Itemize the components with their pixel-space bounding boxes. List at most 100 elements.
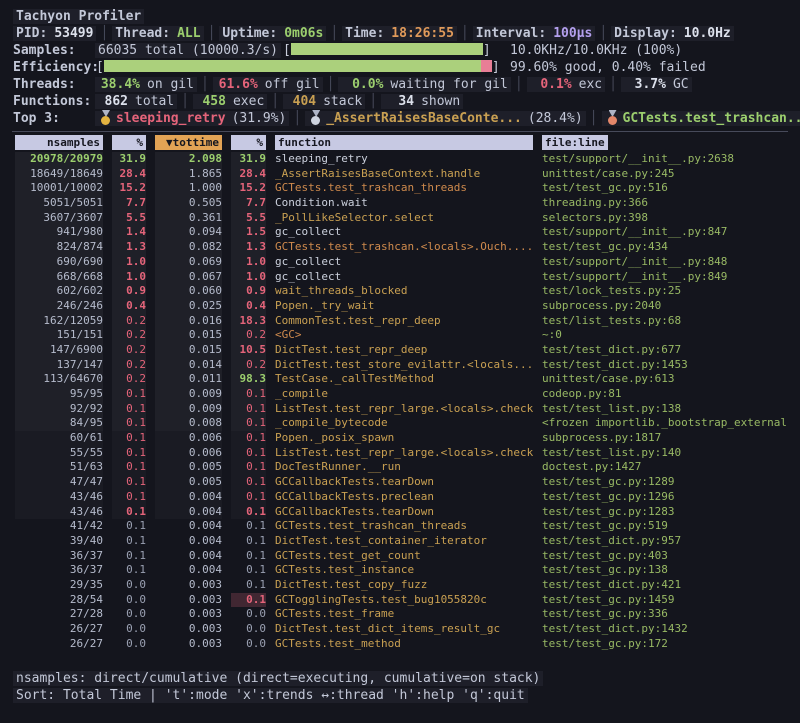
table-row[interactable]: 84/950.10.0080.1_compile_bytecode<frozen… [15, 416, 800, 431]
table-row[interactable]: 51/630.10.0050.1DocTestRunner.__rundocte… [15, 460, 800, 475]
column-header-nsamples[interactable]: nsamples [15, 135, 103, 150]
functions-line: Functions:862total│458exec│404stack│34sh… [13, 93, 800, 110]
nsamples-cell: 60/61 [15, 431, 103, 446]
top3-label: Top 3: [13, 110, 95, 127]
top3-item: sleeping_retry(31.9%) [95, 111, 289, 126]
table-row[interactable]: 151/1510.20.0150.2<GC>~:0 [15, 328, 800, 343]
table-row[interactable]: 690/6901.00.0691.0gc_collecttest/support… [15, 255, 800, 270]
function-stat-item-value: 862 [98, 93, 128, 110]
table-row[interactable]: 41/420.10.0040.1GCTests.test_trashcan_th… [15, 519, 800, 534]
thread-stat-item-value: 0.1% [530, 76, 572, 93]
table-header-row: nsamples % ▼tottime % function file:line [15, 135, 800, 152]
thread-stat-item-label: waiting for gil [383, 77, 507, 92]
nsamples-cell: 10001/10002 [15, 181, 103, 196]
column-header-cumulative-pct[interactable]: % [231, 135, 266, 150]
separator: │ [177, 94, 193, 109]
direct-pct-cell: 0.1 [112, 534, 146, 549]
table-row[interactable]: 55/550.10.0060.1ListTest.test_repr_large… [15, 446, 800, 461]
table-row[interactable]: 113/646700.20.01198.3TestCase._callTestM… [15, 372, 800, 387]
table-row[interactable]: 668/6681.00.0671.0gc_collecttest/support… [15, 270, 800, 285]
column-header-tottime-sorted[interactable]: ▼tottime [155, 135, 222, 150]
tottime-cell: 0.004 [155, 534, 222, 549]
table-row[interactable]: 47/470.10.0050.1GCCallbackTests.tearDown… [15, 475, 800, 490]
nsamples-cell: 18649/18649 [15, 167, 103, 182]
table-row[interactable]: 137/1470.20.0140.2DictTest.test_store_ev… [15, 358, 800, 373]
thread-stat-item: 61.6%off gil [213, 77, 323, 92]
table-row[interactable]: 10001/1000215.21.00015.2GCTests.test_tra… [15, 181, 800, 196]
function-cell: gc_collect [275, 270, 533, 285]
tottime-cell: 0.016 [155, 314, 222, 329]
table-row[interactable]: 602/6020.90.0600.9wait_threads_blockedte… [15, 284, 800, 299]
table-row[interactable]: 27/280.00.0030.0GCTests.test_frametest/t… [15, 607, 800, 622]
separator: │ [511, 77, 527, 92]
function-stat-item-label: total [128, 94, 174, 109]
function-cell: _compile [275, 387, 533, 402]
threads-line: Threads:38.4%on gil│61.6%off gil│0.0%wai… [13, 76, 800, 93]
table-row[interactable]: 26/270.00.0030.0DictTest.test_dict_items… [15, 622, 800, 637]
table-row[interactable]: 18649/1864928.41.86528.4_AssertRaisesBas… [15, 167, 800, 182]
cumulative-pct-cell: 0.4 [231, 299, 266, 314]
table-row[interactable]: 29/350.00.0030.1DictTest.test_copy_fuzzt… [15, 578, 800, 593]
table-row[interactable]: 3607/36075.50.3615.5_PollLikeSelector.se… [15, 211, 800, 226]
nsamples-cell: 824/874 [15, 240, 103, 255]
table-row[interactable]: 43/460.10.0040.1GCCallbackTests.tearDown… [15, 505, 800, 520]
column-header-file-line[interactable]: file:line [542, 135, 608, 150]
interval-stat: Interval:100µs [473, 26, 596, 41]
tottime-cell: 0.003 [155, 607, 222, 622]
table-row[interactable]: 941/9801.40.0941.5gc_collecttest/support… [15, 225, 800, 240]
nsamples-cell: 602/602 [15, 284, 103, 299]
thread-stat-item-label: GC [666, 77, 689, 92]
table-row[interactable]: 36/370.10.0040.1GCTests.test_instancetes… [15, 563, 800, 578]
table-row[interactable]: 147/69000.20.01510.5DictTest.test_repr_d… [15, 343, 800, 358]
table-row[interactable]: 36/370.10.0040.1GCTests.test_get_countte… [15, 549, 800, 564]
display-stat: Display:10.0Hz [611, 26, 734, 41]
tachyon-profiler-screen: Tachyon Profiler PID:53499│Thread:ALL│Up… [0, 0, 800, 723]
cumulative-pct-cell: 0.1 [231, 460, 266, 475]
time-label: Time: [345, 26, 384, 41]
table-row[interactable]: 162/120590.20.01618.3CommonTest.test_rep… [15, 314, 800, 329]
table-row[interactable]: 60/610.10.0060.1Popen._posix_spawnsubpro… [15, 431, 800, 446]
cumulative-pct-cell: 31.9 [231, 152, 266, 167]
direct-pct-cell: 0.0 [112, 607, 146, 622]
cumulative-pct-cell: 0.1 [231, 402, 266, 417]
table-row[interactable]: 92/920.10.0090.1ListTest.test_repr_large… [15, 402, 800, 417]
top3-line: Top 3:sleeping_retry(31.9%)│_AssertRaise… [13, 110, 800, 127]
file-line-cell: test/test_gc.py:336 [542, 607, 800, 622]
cumulative-pct-cell: 0.1 [231, 431, 266, 446]
tottime-cell: 0.060 [155, 284, 222, 299]
profile-table: nsamples % ▼tottime % function file:line… [0, 135, 800, 651]
function-stat-item-value: 458 [196, 93, 226, 110]
function-cell: CommonTest.test_repr_deep [275, 314, 533, 329]
threads-items: 38.4%on gil│61.6%off gil│0.0%waiting for… [95, 77, 692, 92]
table-row[interactable]: 5051/50517.70.5057.7Condition.waitthread… [15, 196, 800, 211]
table-row[interactable]: 39/400.10.0040.1DictTest.test_container_… [15, 534, 800, 549]
table-row[interactable]: 20978/2097931.92.09831.9sleeping_retryte… [15, 152, 800, 167]
direct-pct-cell: 0.2 [112, 343, 146, 358]
separator: │ [96, 26, 112, 41]
table-row[interactable]: 246/2460.40.0250.4Popen._try_waitsubproc… [15, 299, 800, 314]
file-line-cell: test/list_tests.py:68 [542, 314, 800, 329]
direct-pct-cell: 0.1 [112, 549, 146, 564]
direct-pct-cell: 15.2 [112, 181, 146, 196]
direct-pct-cell: 0.1 [112, 446, 146, 461]
gold-medal-icon [99, 110, 112, 125]
cumulative-pct-cell: 0.2 [231, 328, 266, 343]
cumulative-pct-cell: 10.5 [231, 343, 266, 358]
file-line-cell: unittest/case.py:613 [542, 372, 800, 387]
column-header-direct-pct[interactable]: % [112, 135, 146, 150]
table-row[interactable]: 43/460.10.0040.1GCCallbackTests.preclean… [15, 490, 800, 505]
column-header-function[interactable]: function [275, 135, 533, 150]
samples-bar: [] [283, 42, 491, 59]
tottime-cell: 0.008 [155, 416, 222, 431]
tottime-cell: 0.006 [155, 446, 222, 461]
top3-function-name: GCTests.test_trashcan... [623, 111, 800, 126]
direct-pct-cell: 0.1 [112, 416, 146, 431]
table-row[interactable]: 28/540.00.0030.1GCTogglingTests.test_bug… [15, 593, 800, 608]
table-row[interactable]: 824/8741.30.0821.3GCTests.test_trashcan.… [15, 240, 800, 255]
direct-pct-cell: 0.0 [112, 593, 146, 608]
table-body: 20978/2097931.92.09831.9sleeping_retryte… [15, 152, 800, 651]
table-row[interactable]: 95/950.10.0090.1_compilecodeop.py:81 [15, 387, 800, 402]
tottime-cell: 0.069 [155, 255, 222, 270]
cumulative-pct-cell: 15.2 [231, 181, 266, 196]
table-row[interactable]: 26/270.00.0030.0GCTests.test_methodtest/… [15, 637, 800, 652]
